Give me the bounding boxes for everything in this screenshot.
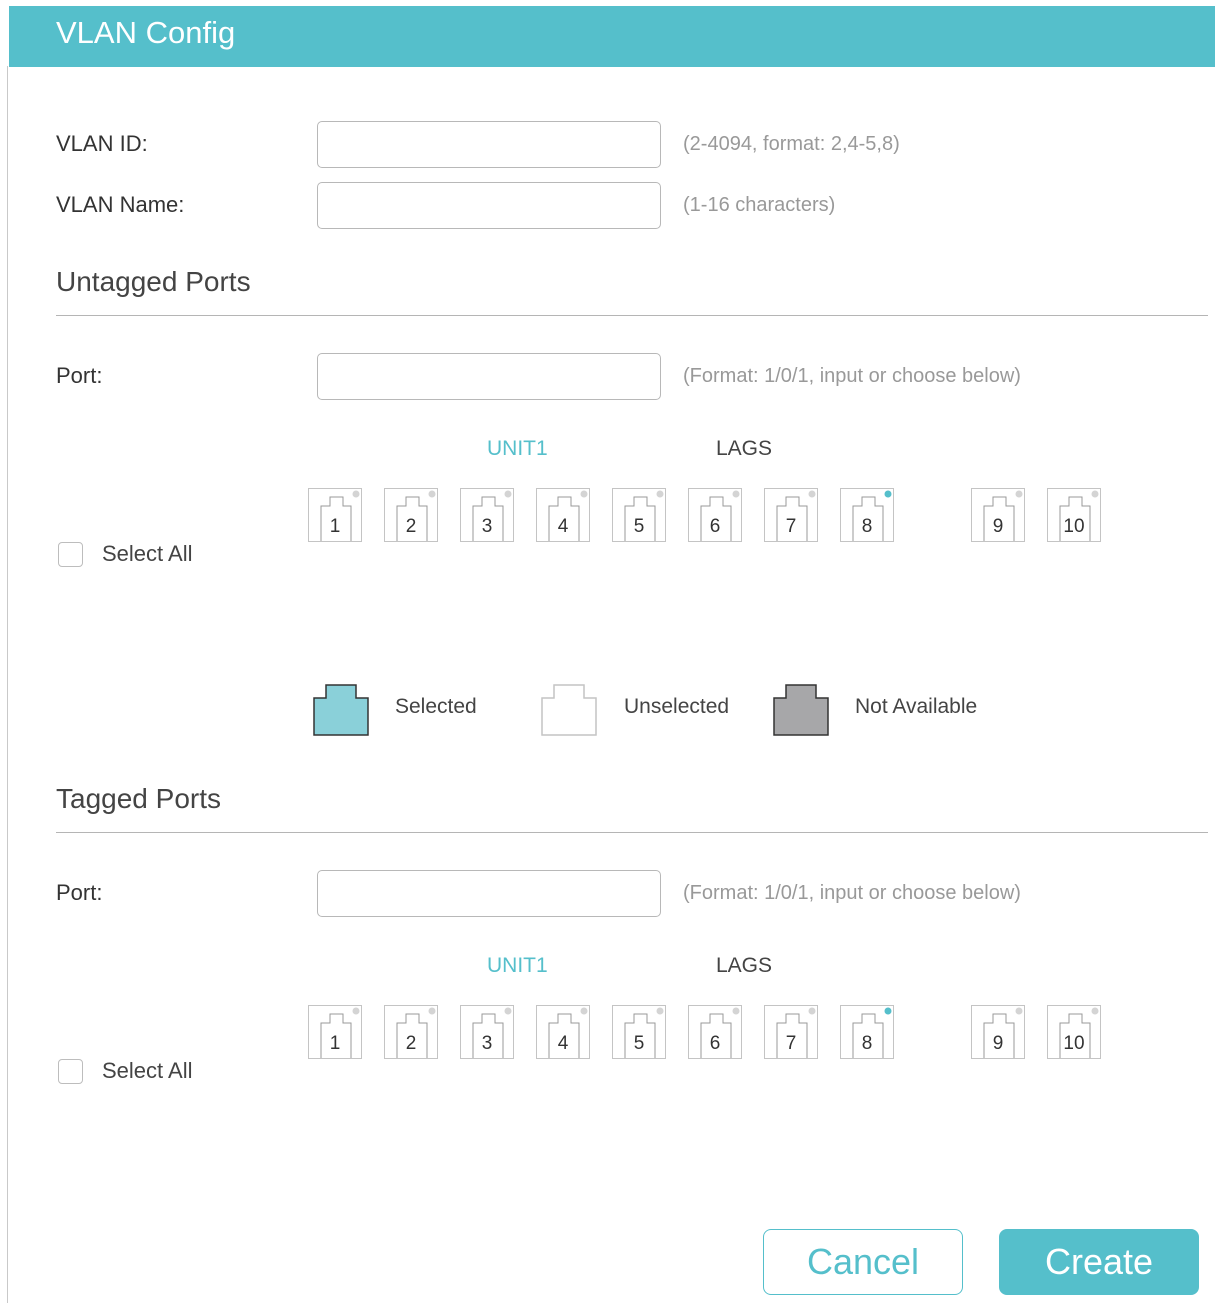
port-number: 4 [557,516,569,537]
tagged-port-2[interactable]: 2 [384,1005,438,1059]
cancel-button[interactable]: Cancel [763,1229,963,1295]
untagged-lags-label: LAGS [716,437,773,460]
port-number: 5 [633,516,645,537]
untagged-unit-label: UNIT1 [487,437,548,460]
port-number: 6 [709,1033,721,1054]
port-number: 7 [785,1033,797,1054]
tagged-port-3[interactable]: 3 [460,1005,514,1059]
tagged-divider [56,832,1208,833]
unselected-port-icon [541,684,597,736]
tagged-select-all-label: Select All [102,1058,193,1083]
tagged-unit-label: UNIT1 [487,954,548,977]
legend-not-available-label: Not Available [855,695,978,718]
port-number: 10 [1063,1033,1085,1054]
untagged-port-10[interactable]: 10 [1047,488,1101,542]
untagged-port-4[interactable]: 4 [536,488,590,542]
vlan-name-hint: (1-16 characters) [683,194,836,216]
tagged-lags-label: LAGS [716,954,773,977]
port-number: 8 [861,516,873,537]
untagged-port-8[interactable]: 8 [840,488,894,542]
port-number: 1 [329,516,341,537]
port-number: 4 [557,1033,569,1054]
tagged-select-all-checkbox[interactable] [58,1058,83,1084]
vlan-name-input[interactable] [317,182,661,229]
tagged-port-hint: (Format: 1/0/1, input or choose below) [683,882,1021,904]
create-button[interactable]: Create [999,1229,1199,1295]
port-number: 9 [992,1033,1004,1054]
port-number: 3 [481,1033,493,1054]
untagged-port-label: Port: [56,363,103,388]
untagged-port-input[interactable] [317,353,661,400]
selected-port-icon [313,684,369,736]
untagged-select-all-checkbox[interactable] [58,541,83,567]
untagged-port-7[interactable]: 7 [764,488,818,542]
untagged-select-all[interactable]: Select All [58,541,193,567]
unavailable-port-icon [773,684,829,736]
tagged-port-4[interactable]: 4 [536,1005,590,1059]
tagged-select-all[interactable]: Select All [58,1058,193,1084]
tagged-ports-title: Tagged Ports [56,783,221,814]
port-number: 6 [709,516,721,537]
tagged-port-5[interactable]: 5 [612,1005,666,1059]
port-number: 5 [633,1033,645,1054]
port-number: 1 [329,1033,341,1054]
untagged-port-3[interactable]: 3 [460,488,514,542]
untagged-port-hint: (Format: 1/0/1, input or choose below) [683,365,1021,387]
port-number: 8 [861,1033,873,1054]
vlan-id-label: VLAN ID: [56,131,148,156]
untagged-port-6[interactable]: 6 [688,488,742,542]
legend-unselected-label: Unselected [624,695,730,718]
dialog-header: VLAN Config [9,6,1215,67]
dialog-title: VLAN Config [56,15,236,50]
port-number: 9 [992,516,1004,537]
port-number: 2 [405,516,417,537]
port-number: 7 [785,516,797,537]
port-number: 2 [405,1033,417,1054]
tagged-port-7[interactable]: 7 [764,1005,818,1059]
untagged-port-1[interactable]: 1 [308,488,362,542]
port-number: 10 [1063,516,1085,537]
tagged-port-9[interactable]: 9 [971,1005,1025,1059]
untagged-select-all-label: Select All [102,541,193,566]
untagged-port-5[interactable]: 5 [612,488,666,542]
tagged-port-1[interactable]: 1 [308,1005,362,1059]
tagged-port-10[interactable]: 10 [1047,1005,1101,1059]
vlan-id-input[interactable] [317,121,661,168]
vlan-name-label: VLAN Name: [56,192,185,217]
tagged-port-6[interactable]: 6 [688,1005,742,1059]
untagged-port-9[interactable]: 9 [971,488,1025,542]
vlan-id-hint: (2-4094, format: 2,4-5,8) [683,133,900,155]
untagged-ports-title: Untagged Ports [56,266,251,297]
tagged-port-8[interactable]: 8 [840,1005,894,1059]
tagged-port-label: Port: [56,880,103,905]
legend-selected-label: Selected [395,695,477,718]
port-number: 3 [481,516,493,537]
untagged-port-2[interactable]: 2 [384,488,438,542]
untagged-divider [56,315,1208,316]
tagged-port-input[interactable] [317,870,661,917]
dialog-border [7,66,8,1303]
